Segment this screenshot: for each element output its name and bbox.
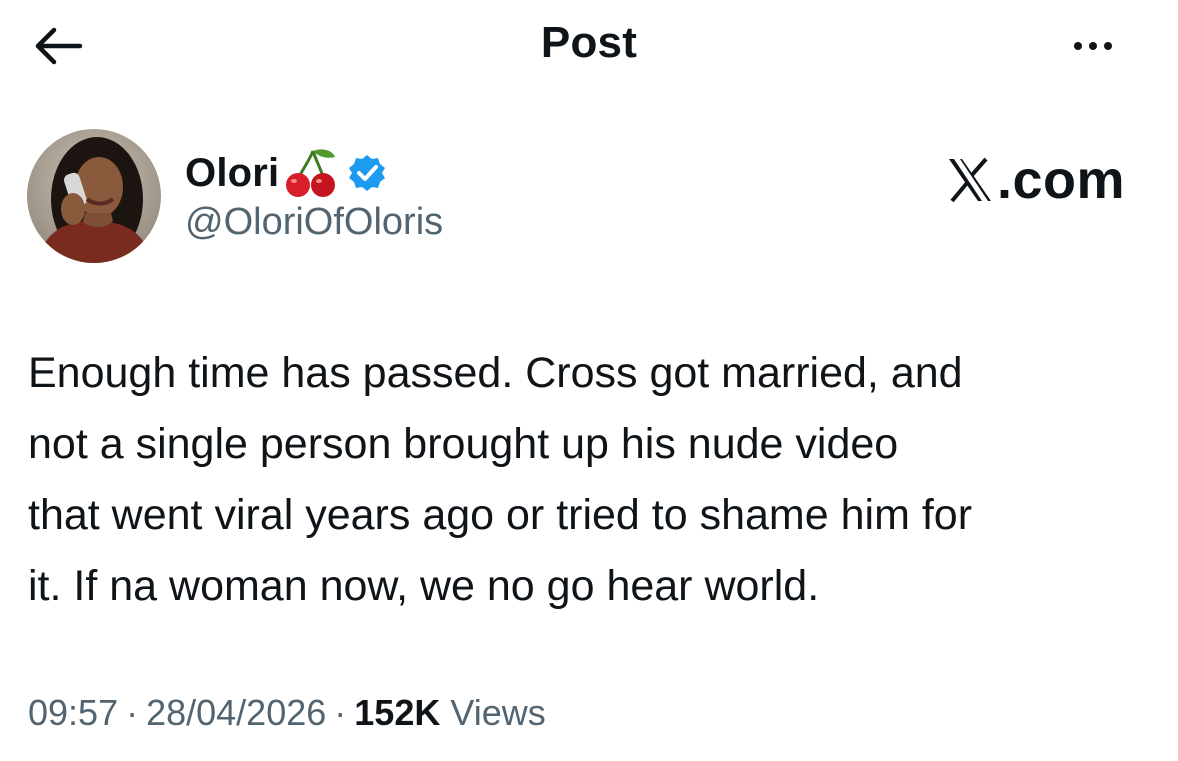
verified-badge-icon [349,155,386,191]
display-name[interactable]: Olori [185,151,279,196]
post-meta: 09:57 · 28/04/2026 · 152K Views [28,692,546,734]
watermark-text: .com [996,150,1125,210]
user-handle[interactable]: @OloriOfOloris [185,201,443,244]
post-date[interactable]: 28/04/2026 [146,692,326,734]
top-bar: Post [0,0,1178,90]
meta-separator: · [334,692,347,733]
x-logo-icon [948,157,991,203]
more-dot [1104,42,1112,50]
views-label: Views [450,692,546,733]
post-text: Enough time has passed. Cross got marrie… [28,349,973,610]
avatar[interactable] [27,129,161,263]
views-count[interactable]: 152K [354,692,440,734]
more-options-button[interactable] [1058,28,1128,64]
post-time[interactable]: 09:57 [28,692,118,734]
watermark: .com [945,149,1125,211]
post-author: Olori @OloriOfOloris .com [27,129,1147,269]
meta-separator: · [126,692,139,733]
avatar-image [27,129,161,263]
cherries-icon [286,149,336,197]
display-name-row: Olori [185,147,387,199]
page-title: Post [540,18,638,67]
more-dot [1089,42,1097,50]
more-horizontal-icon [1074,42,1082,50]
